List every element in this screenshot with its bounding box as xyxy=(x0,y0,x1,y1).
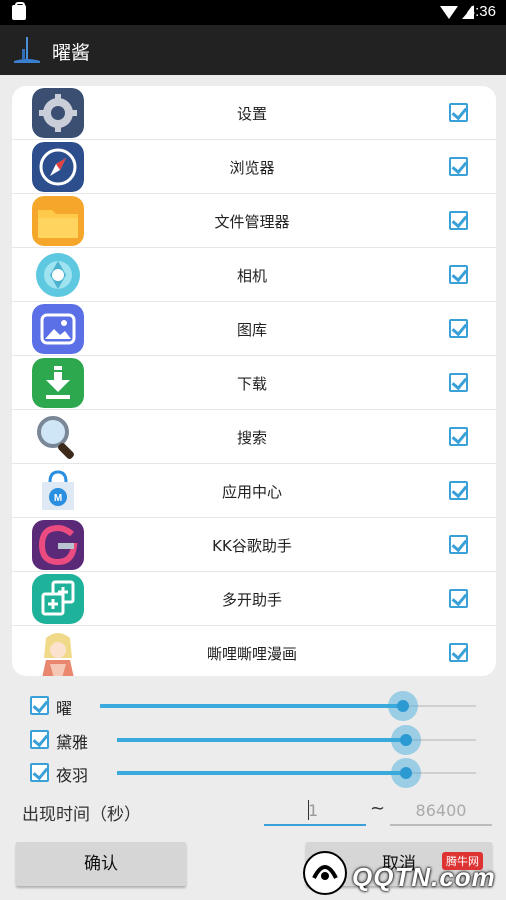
app-checkbox[interactable] xyxy=(449,265,468,284)
settings-icon xyxy=(32,88,84,138)
gallery-icon xyxy=(32,304,84,354)
app-checkbox[interactable] xyxy=(449,373,468,392)
character-row: 曜 xyxy=(0,689,506,723)
list-item[interactable]: 浏览器 xyxy=(12,140,496,194)
app-name: 嘶哩嘶哩漫画 xyxy=(206,645,297,663)
list-item[interactable]: M 应用中心 xyxy=(12,464,496,518)
app-checkbox[interactable] xyxy=(449,103,468,122)
watermark-logo-icon xyxy=(303,851,347,895)
file-manager-icon xyxy=(32,196,84,246)
app-list: 设置 浏览器 文件管理器 相机 图库 下载 搜索 M 应用中心 KK谷歌助手 多… xyxy=(12,86,496,676)
list-item[interactable]: 设置 xyxy=(12,86,496,140)
wifi-icon xyxy=(440,6,458,19)
download-icon xyxy=(32,358,84,408)
camera-icon xyxy=(32,250,84,300)
character-label: 夜羽 xyxy=(56,766,89,785)
app-name: 设置 xyxy=(236,105,267,123)
character-checkbox[interactable] xyxy=(30,763,49,782)
character-checkbox[interactable] xyxy=(30,730,49,749)
app-name: 多开助手 xyxy=(221,591,282,609)
slider-fill xyxy=(100,704,403,708)
list-item[interactable]: KK谷歌助手 xyxy=(12,518,496,572)
app-name: 文件管理器 xyxy=(214,213,290,231)
list-item[interactable]: 嘶哩嘶哩漫画 xyxy=(12,626,496,676)
app-logo-icon xyxy=(14,37,40,63)
slider-thumb[interactable] xyxy=(400,767,412,779)
app-name: KK谷歌助手 xyxy=(212,537,292,555)
app-checkbox[interactable] xyxy=(449,157,468,176)
comic-icon xyxy=(32,628,84,676)
character-row: 夜羽 xyxy=(0,756,506,790)
slider-thumb[interactable] xyxy=(397,700,409,712)
browser-icon xyxy=(32,142,84,192)
watermark: QQTN.com 腾牛网 xyxy=(300,842,506,900)
character-label: 曜 xyxy=(56,699,73,718)
app-center-icon: M xyxy=(32,466,84,516)
character-row: 黛雅 xyxy=(0,723,506,757)
range-separator: ~ xyxy=(370,798,386,819)
svg-text:M: M xyxy=(54,493,62,504)
app-name: 搜索 xyxy=(236,429,267,447)
app-checkbox[interactable] xyxy=(449,481,468,500)
app-checkbox[interactable] xyxy=(449,427,468,446)
slider-fill xyxy=(117,771,406,775)
list-item[interactable]: 文件管理器 xyxy=(12,194,496,248)
app-checkbox[interactable] xyxy=(449,589,468,608)
list-item[interactable]: 图库 xyxy=(12,302,496,356)
character-checkbox[interactable] xyxy=(30,696,49,715)
app-checkbox[interactable] xyxy=(449,643,468,662)
list-item[interactable]: 相机 xyxy=(12,248,496,302)
app-bar: 曜酱 xyxy=(0,25,506,75)
list-item[interactable]: 下载 xyxy=(12,356,496,410)
app-name: 相机 xyxy=(236,267,267,285)
min-time-input[interactable]: 1 xyxy=(264,794,366,826)
character-label: 黛雅 xyxy=(56,733,89,752)
app-name: 下载 xyxy=(236,375,267,393)
app-checkbox[interactable] xyxy=(449,211,468,230)
shopping-bag-icon xyxy=(12,2,26,20)
google-helper-icon xyxy=(32,520,84,570)
watermark-sub: 腾牛网 xyxy=(442,852,483,870)
app-name: 应用中心 xyxy=(221,483,282,501)
appear-time-label: 出现时间（秒） xyxy=(22,805,141,825)
appear-time-row: 出现时间（秒） 1 ~ 86400 xyxy=(0,790,506,830)
max-time-input[interactable]: 86400 xyxy=(390,794,492,826)
app-checkbox[interactable] xyxy=(449,319,468,338)
search-icon xyxy=(32,412,84,462)
status-time: 4:36 xyxy=(466,3,496,20)
multi-open-icon xyxy=(32,574,84,624)
list-item[interactable]: 搜索 xyxy=(12,410,496,464)
slider-thumb[interactable] xyxy=(400,734,412,746)
slider-fill xyxy=(117,738,406,742)
list-item[interactable]: 多开助手 xyxy=(12,572,496,626)
app-name: 浏览器 xyxy=(229,159,275,177)
app-title: 曜酱 xyxy=(52,42,91,64)
status-bar: 4:36 xyxy=(0,0,506,25)
app-name: 图库 xyxy=(236,321,267,339)
confirm-button[interactable]: 确认 xyxy=(16,842,186,886)
app-checkbox[interactable] xyxy=(449,535,468,554)
